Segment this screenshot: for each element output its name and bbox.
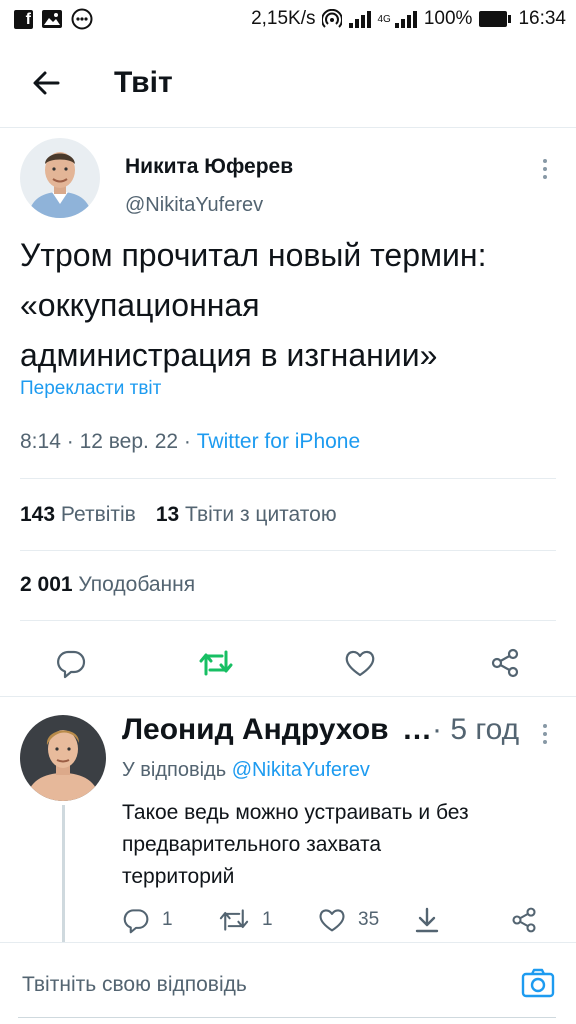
download-icon xyxy=(415,907,439,933)
retweet-icon xyxy=(219,909,249,931)
meta-separator: · xyxy=(66,430,74,453)
network-type: 4G xyxy=(377,13,391,25)
tweet-time: 8:14 xyxy=(20,430,61,453)
network-speed: 2,15K/s xyxy=(251,8,316,29)
more-vertical-icon xyxy=(543,724,547,728)
reply-author-name[interactable]: Леонид Андрухов xyxy=(122,713,389,747)
reply-button[interactable] xyxy=(51,643,91,683)
retweets-stat[interactable]: 143 Ретвітів xyxy=(20,503,136,527)
share-button[interactable] xyxy=(485,643,525,683)
hotspot-icon xyxy=(321,9,342,29)
reply-like-button[interactable]: 35 xyxy=(318,902,379,938)
reply-text: Такое ведь можно устраивать и без предва… xyxy=(122,801,469,888)
more-icon xyxy=(71,8,93,30)
tweet-author: Никита Юферев @NikitaYuferev xyxy=(20,138,560,222)
retweet-count: 1 xyxy=(262,909,273,930)
likes-stats: 2 001 Уподобання xyxy=(20,573,195,597)
author-name[interactable]: Никита Юферев xyxy=(125,155,293,179)
camera-button[interactable] xyxy=(520,965,556,1001)
replying-to: У відповідь @NikitaYuferev xyxy=(122,759,370,781)
retweet-icon xyxy=(199,650,233,676)
tweet-source-link[interactable]: Twitter for iPhone xyxy=(197,430,360,453)
heart-icon xyxy=(319,909,345,932)
facebook-icon: f xyxy=(14,9,33,29)
reply-download-button[interactable] xyxy=(414,902,440,938)
battery-percent: 100% xyxy=(423,8,473,29)
divider xyxy=(20,620,556,621)
like-count: 35 xyxy=(358,909,380,930)
more-vertical-icon xyxy=(543,159,547,163)
image-icon xyxy=(41,9,63,29)
reply-input[interactable] xyxy=(22,965,482,1005)
reply-share-button[interactable] xyxy=(510,902,538,938)
reply-icon xyxy=(123,909,149,934)
tweet-text: Утром прочитал новый термин: «оккупацион… xyxy=(20,237,487,373)
more-options-button[interactable] xyxy=(530,154,560,184)
divider xyxy=(20,550,556,551)
meta-separator: · xyxy=(183,430,191,453)
reply-actions: 1 1 35 xyxy=(122,902,552,938)
divider xyxy=(20,478,556,479)
tweet-date: 12 вер. 22 xyxy=(79,430,179,453)
share-icon xyxy=(512,907,536,933)
reply-reply-button[interactable]: 1 xyxy=(122,902,173,938)
camera-icon xyxy=(521,968,555,998)
author-handle[interactable]: @NikitaYuferev xyxy=(125,194,263,217)
quotes-stat[interactable]: 13 Твіти з цитатою xyxy=(156,503,337,527)
reply-compose-bar xyxy=(0,942,576,1024)
reply-tweet[interactable]: Леонид Андрухов … · 5 год У відповідь @N… xyxy=(0,697,576,942)
signal-icon xyxy=(348,9,372,29)
reply-more-options-button[interactable] xyxy=(530,719,560,749)
reply-retweet-button[interactable]: 1 xyxy=(218,902,273,938)
likes-stat[interactable]: 2 001 Уподобання xyxy=(20,573,195,597)
retweet-stats: 143 Ретвітів 13 Твіти з цитатою xyxy=(20,503,337,527)
header: Твіт xyxy=(0,38,576,128)
status-bar: f 2,15K/s 4G 100% 16:34 xyxy=(0,0,576,38)
reply-count: 1 xyxy=(162,909,173,930)
share-icon xyxy=(491,648,519,678)
battery-icon xyxy=(478,10,512,28)
avatar[interactable] xyxy=(20,138,100,218)
reply-to-mention[interactable]: @NikitaYuferev xyxy=(232,759,370,781)
input-underline xyxy=(18,1017,556,1018)
heart-icon xyxy=(345,650,375,677)
arrow-left-icon xyxy=(33,71,60,94)
retweet-button[interactable] xyxy=(196,643,236,683)
reply-time: · 5 год xyxy=(432,713,520,746)
thread-line xyxy=(62,805,65,942)
page-title: Твіт xyxy=(114,65,173,99)
back-button[interactable] xyxy=(16,53,76,113)
clock: 16:34 xyxy=(518,8,566,29)
tweet-actions xyxy=(0,633,576,693)
avatar[interactable] xyxy=(20,715,106,801)
name-ellipsis: … xyxy=(402,713,432,746)
translate-tweet-link[interactable]: Перекласти твіт xyxy=(20,378,161,400)
tweet-meta: 8:14 · 12 вер. 22 · Twitter for iPhone xyxy=(20,430,360,454)
reply-icon xyxy=(57,650,86,679)
signal-icon xyxy=(394,9,418,29)
like-button[interactable] xyxy=(340,643,380,683)
